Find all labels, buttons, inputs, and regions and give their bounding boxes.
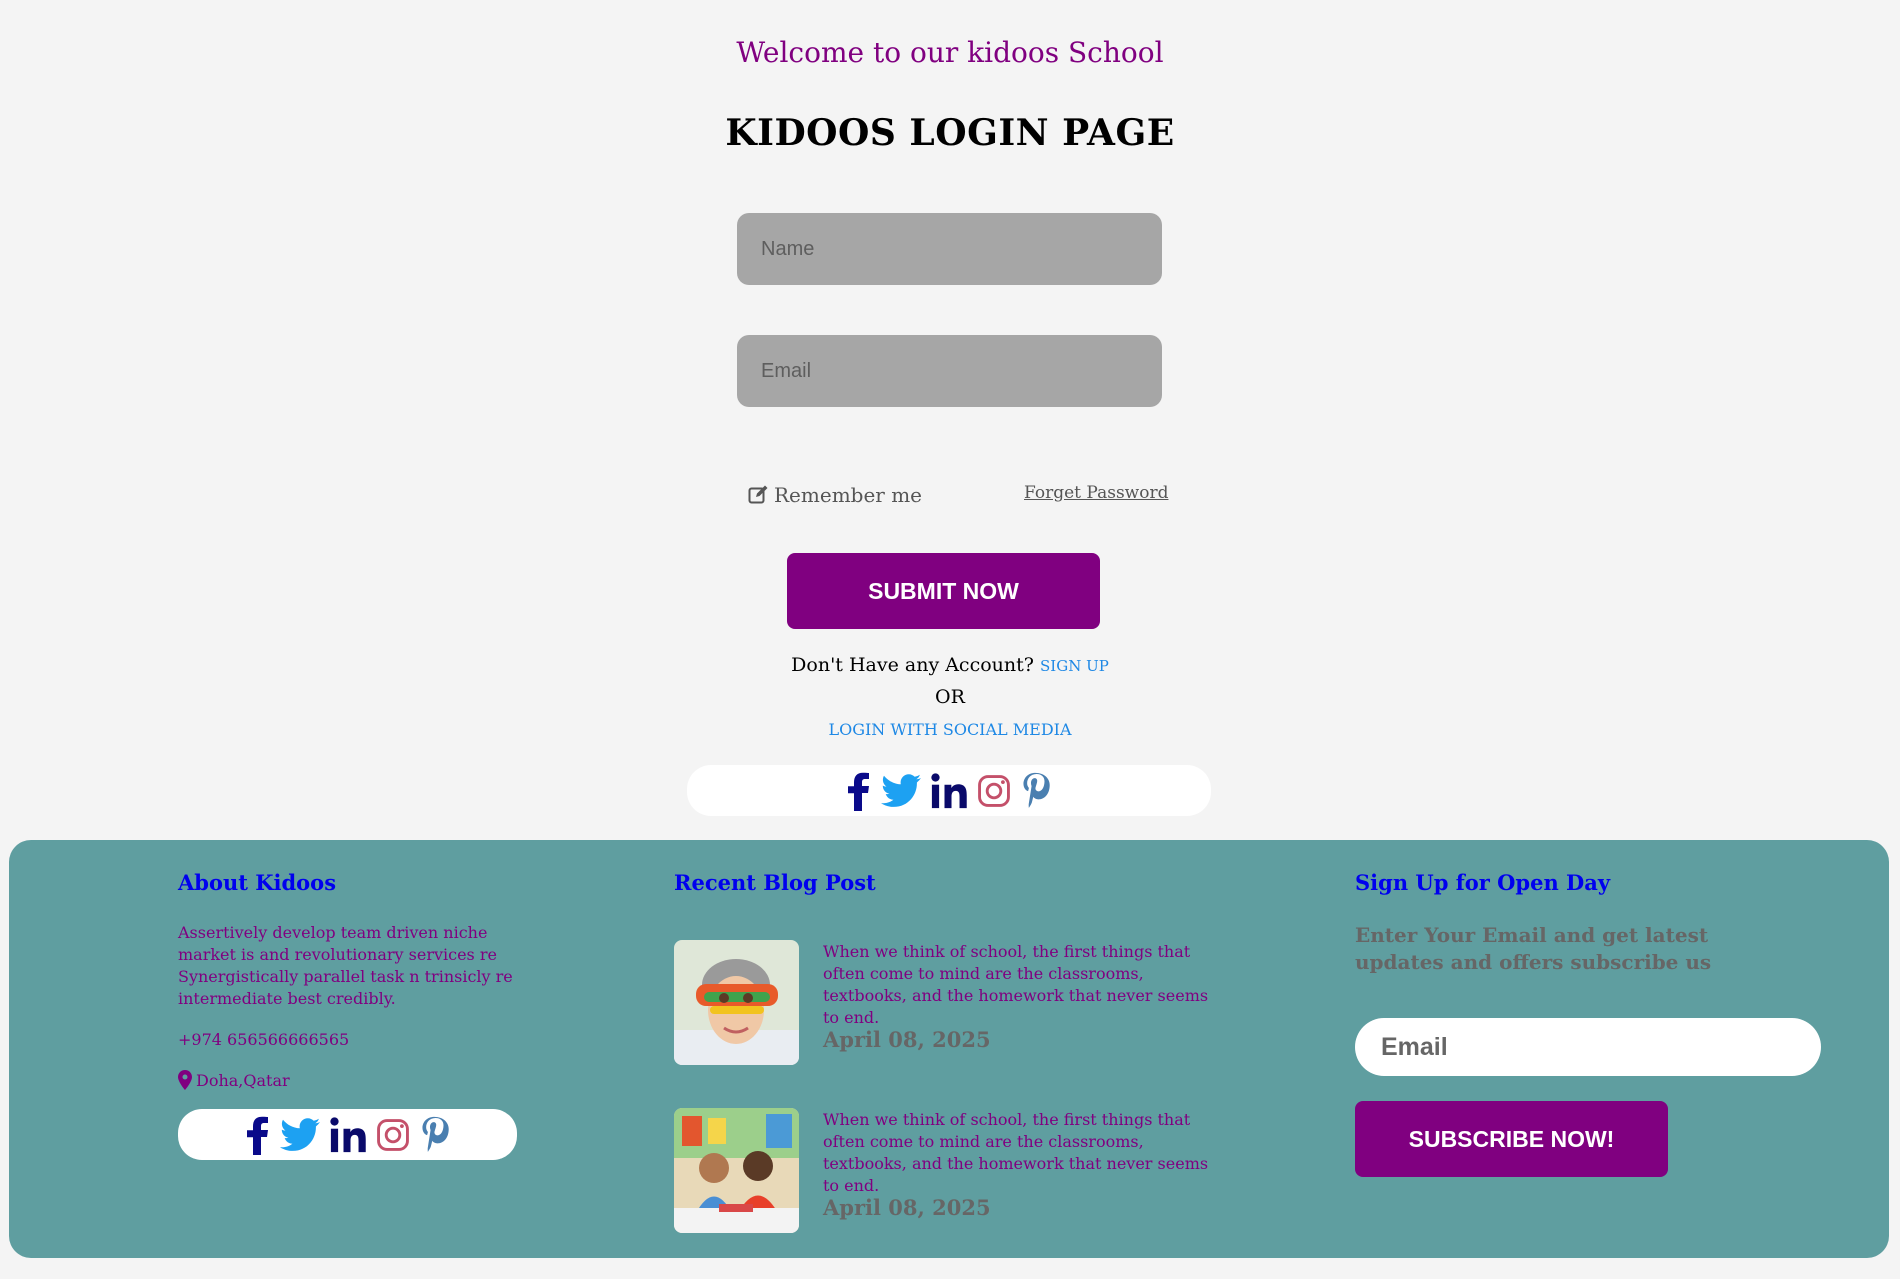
social-icons-bar [687, 765, 1211, 816]
edit-icon [748, 485, 768, 505]
no-account-text: Don't Have any Account? [791, 654, 1034, 676]
sign-up-link[interactable]: SIGN UP [1040, 657, 1109, 675]
location: Doha,Qatar [178, 1070, 290, 1090]
submit-button[interactable]: SUBMIT NOW [787, 553, 1100, 629]
social-login-link[interactable]: LOGIN WITH SOCIAL MEDIA [0, 720, 1900, 739]
email-input[interactable] [737, 335, 1162, 407]
linkedin-icon[interactable] [931, 773, 967, 809]
blog-post-2-text[interactable]: When we think of school, the first thing… [823, 1109, 1223, 1197]
blog-thumbnail-2[interactable] [674, 1108, 799, 1233]
open-day-description: Enter Your Email and get latest updates … [1355, 923, 1712, 974]
twitter-icon[interactable] [881, 774, 921, 808]
instagram-icon[interactable] [977, 774, 1011, 808]
pinterest-icon[interactable] [1021, 772, 1051, 810]
blog-thumbnail-1[interactable] [674, 940, 799, 1065]
blog-post-1-date: April 08, 2025 [823, 1027, 991, 1052]
about-heading: About Kidoos [178, 870, 337, 895]
subscribe-email-input[interactable] [1355, 1018, 1821, 1076]
name-input[interactable] [737, 213, 1162, 285]
phone-number: +974 656566666565 [178, 1030, 350, 1049]
no-account-line: Don't Have any Account? SIGN UP [0, 654, 1900, 676]
blog-heading: Recent Blog Post [674, 870, 876, 895]
twitter-icon[interactable] [280, 1118, 320, 1152]
or-separator: OR [935, 686, 965, 708]
welcome-heading: Welcome to our kidoos School [736, 36, 1164, 69]
remember-me-label: Remember me [774, 483, 923, 507]
map-marker-icon [178, 1070, 192, 1090]
page-title: KIDOOS LOGIN PAGE [725, 112, 1175, 154]
remember-me-checkbox[interactable]: Remember me [748, 480, 922, 510]
instagram-icon[interactable] [376, 1118, 410, 1152]
forget-password-link[interactable]: Forget Password [1024, 483, 1168, 503]
facebook-icon[interactable] [246, 1115, 270, 1155]
footer-social-icons-bar [178, 1109, 517, 1160]
facebook-icon[interactable] [847, 771, 871, 811]
about-text: Assertively develop team driven niche ma… [178, 923, 513, 1008]
blog-post-1-text[interactable]: When we think of school, the first thing… [823, 941, 1223, 1029]
subscribe-button[interactable]: SUBSCRIBE NOW! [1355, 1101, 1668, 1177]
linkedin-icon[interactable] [330, 1117, 366, 1153]
location-text: Doha,Qatar [196, 1070, 290, 1090]
pinterest-icon[interactable] [420, 1116, 450, 1154]
open-day-heading: Sign Up for Open Day [1355, 870, 1611, 895]
blog-post-2-date: April 08, 2025 [823, 1195, 991, 1220]
